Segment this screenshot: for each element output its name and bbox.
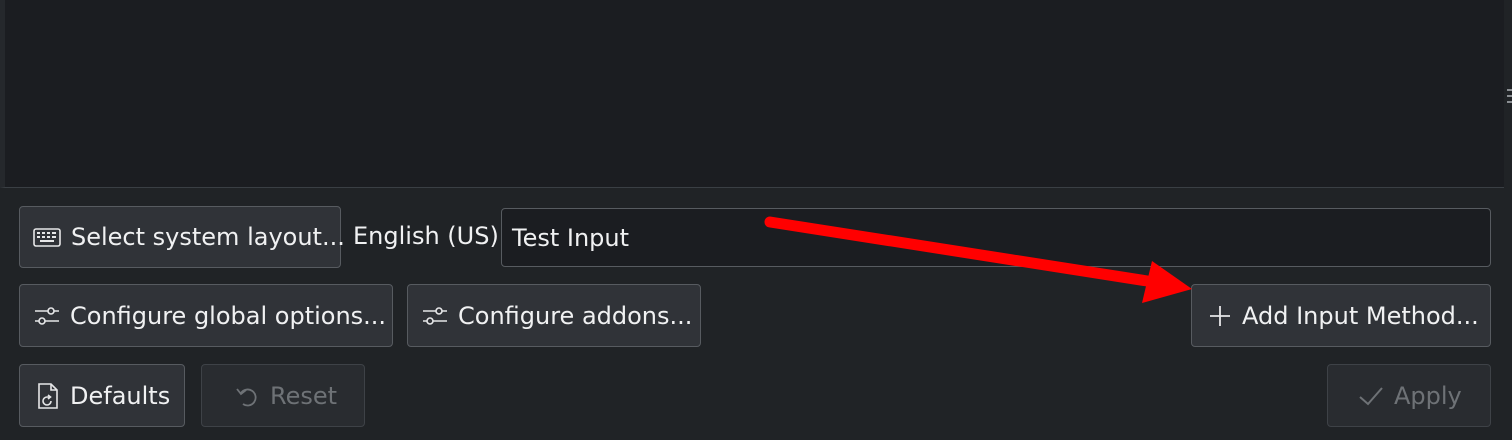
select-system-layout-button[interactable]: Select system layout... [19, 206, 345, 268]
reset-label: Reset [270, 381, 338, 410]
input-method-list[interactable] [0, 0, 1504, 188]
configure-global-options-label: Configure global options... [70, 301, 387, 330]
apply-label: Apply [1394, 381, 1462, 410]
configure-addons-button[interactable]: Configure addons... [407, 284, 701, 347]
add-input-method-label: Add Input Method... [1242, 301, 1479, 330]
checkmark-icon [1358, 385, 1384, 407]
defaults-label: Defaults [70, 381, 171, 410]
configure-global-options-button[interactable]: Configure global options... [19, 284, 393, 347]
configure-icon [34, 304, 60, 328]
configure-icon [422, 304, 448, 328]
input-method-settings-panel: Select system layout... English (US) Tes… [0, 0, 1512, 440]
current-layout-label: English (US) [353, 222, 499, 250]
drag-handle-icon[interactable] [1506, 87, 1512, 109]
reset-button[interactable]: Reset [201, 364, 365, 427]
panel-edge [1504, 0, 1512, 190]
test-input-field[interactable]: Test Input [501, 208, 1491, 267]
select-system-layout-label: Select system layout... [71, 223, 345, 251]
apply-button[interactable]: Apply [1327, 364, 1491, 427]
undo-icon [234, 383, 260, 409]
document-revert-icon [36, 382, 60, 410]
configure-addons-label: Configure addons... [458, 301, 693, 330]
add-input-method-button[interactable]: Add Input Method... [1191, 284, 1491, 347]
plus-icon [1208, 304, 1232, 328]
defaults-button[interactable]: Defaults [19, 364, 185, 427]
keyboard-icon [33, 226, 61, 248]
